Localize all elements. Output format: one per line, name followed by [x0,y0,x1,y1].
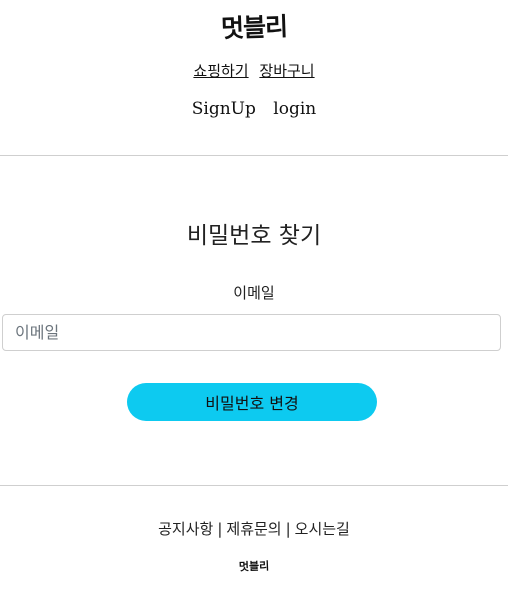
brand-logo[interactable]: 멋블리 [0,0,508,53]
footer-links: 공지사항 | 제휴문의 | 오시는길 [0,518,508,539]
email-input[interactable] [2,314,501,351]
footer-link-directions[interactable]: 오시는길 [295,520,350,538]
login-link[interactable]: login [273,99,316,119]
nav-shopping-link[interactable]: 쇼핑하기 [193,62,248,80]
email-label: 이메일 [233,284,275,302]
signup-link[interactable]: SignUp [192,99,256,119]
page: 멋블리 쇼핑하기 장바구니 SignUp login 비밀번호 찾기 이메일 비… [0,0,508,589]
page-title: 비밀번호 찾기 [186,223,322,249]
auth-nav: SignUp login [0,99,508,119]
footer-separator: | [285,520,291,538]
top-nav: 쇼핑하기 장바구니 [0,60,508,81]
footer-logo: 멋블리 [238,559,270,574]
header-divider [0,155,508,156]
footer-separator: | [217,520,223,538]
footer-link-partnership[interactable]: 제휴문의 [226,520,281,538]
nav-cart-link[interactable]: 장바구니 [259,62,314,80]
footer-divider [0,485,508,486]
footer-link-notice[interactable]: 공지사항 [158,520,213,538]
change-password-button[interactable]: 비밀번호 변경 [127,383,377,421]
